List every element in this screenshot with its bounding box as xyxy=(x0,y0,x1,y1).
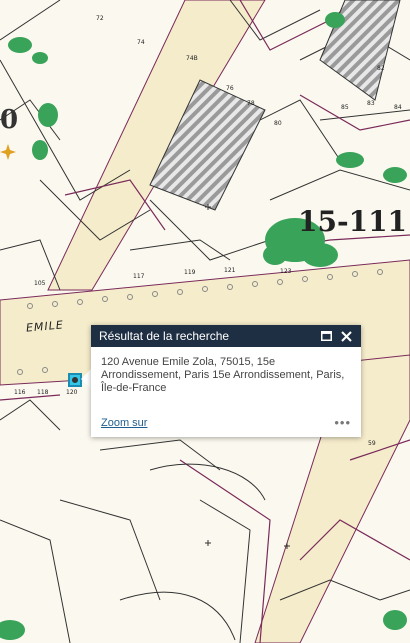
house-number: 74B xyxy=(186,55,198,62)
house-number: 82 xyxy=(377,65,385,72)
house-number: 120 xyxy=(66,389,78,396)
partial-parcel-label: 0 xyxy=(0,105,19,135)
popup-address: 120 Avenue Emile Zola, 75015, 15e Arrond… xyxy=(101,356,345,394)
house-number: 78 xyxy=(247,100,255,107)
close-icon[interactable] xyxy=(339,329,353,343)
house-number: 84 xyxy=(394,104,402,111)
more-actions-button[interactable]: ••• xyxy=(334,415,351,430)
house-number: 119 xyxy=(184,269,196,276)
zoom-to-link[interactable]: Zoom sur xyxy=(101,417,147,429)
house-number: 59 xyxy=(368,440,376,447)
house-number: 74 xyxy=(137,39,145,46)
house-number: 76 xyxy=(226,85,234,92)
house-number: 83 xyxy=(367,100,375,107)
popup-footer: Zoom sur ••• xyxy=(101,415,351,430)
house-number: 121 xyxy=(224,267,236,274)
search-result-popup: Résultat de la recherche 120 Avenue Emil… xyxy=(91,325,361,437)
maximize-icon[interactable] xyxy=(319,329,333,343)
house-number: 123 xyxy=(280,268,292,275)
popup-title: Résultat de la recherche xyxy=(99,329,230,343)
house-number: 85 xyxy=(341,104,349,111)
house-number: 105 xyxy=(34,280,46,287)
house-number: 72 xyxy=(96,15,104,22)
house-number: 118 xyxy=(37,389,49,396)
location-marker[interactable] xyxy=(68,373,82,387)
house-number: 116 xyxy=(14,389,26,396)
house-number: 80 xyxy=(274,120,282,127)
popup-header: Résultat de la recherche xyxy=(91,325,361,347)
house-number: 117 xyxy=(133,273,145,280)
parcel-label: 15-111 xyxy=(298,205,408,238)
popup-pointer xyxy=(81,369,91,389)
